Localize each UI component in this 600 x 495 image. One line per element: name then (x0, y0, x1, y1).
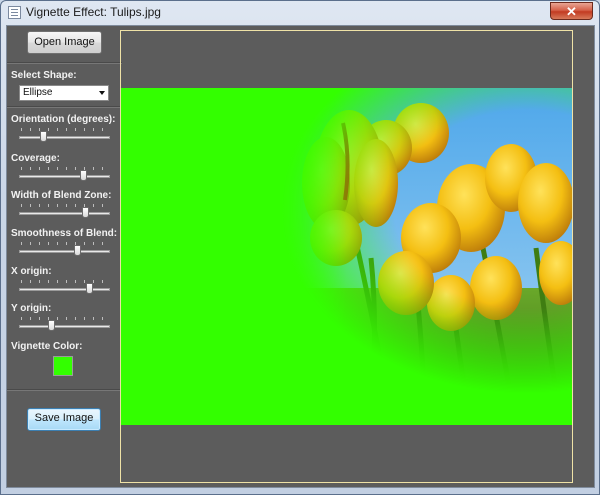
coverage-label: Coverage: (11, 153, 60, 164)
slider-track (19, 175, 110, 178)
control-panel: Open Image Select Shape: Ellipse Orienta… (7, 26, 122, 487)
x-origin-label: X origin: (11, 266, 52, 277)
slider-thumb[interactable] (82, 207, 90, 218)
x-origin-slider[interactable] (19, 280, 110, 298)
shape-select-value: Ellipse (23, 87, 53, 98)
close-button[interactable]: ✕ (550, 2, 593, 20)
save-image-button[interactable]: Save Image (27, 408, 101, 431)
open-image-button[interactable]: Open Image (27, 31, 102, 54)
y-origin-label: Y origin: (11, 303, 52, 314)
select-shape-label: Select Shape: (11, 70, 77, 81)
divider (7, 62, 122, 64)
slider-thumb[interactable] (79, 170, 87, 181)
slider-ticks (21, 280, 108, 283)
app-window-icon (8, 6, 21, 19)
divider (7, 106, 122, 108)
slider-ticks (21, 242, 108, 245)
blend-width-label: Width of Blend Zone: (11, 190, 112, 201)
slider-track (19, 212, 110, 215)
chevron-down-icon (99, 91, 105, 95)
slider-thumb[interactable] (39, 131, 47, 142)
window-title: Vignette Effect: Tulips.jpg (26, 5, 161, 19)
slider-ticks (21, 128, 108, 131)
app-window: Vignette Effect: Tulips.jpg ✕ Open Image… (0, 0, 600, 495)
y-origin-slider[interactable] (19, 317, 110, 335)
slider-track (19, 250, 110, 253)
slider-ticks (21, 167, 108, 170)
coverage-slider[interactable] (19, 167, 110, 185)
slider-track (19, 325, 110, 328)
divider (7, 389, 122, 391)
preview-image (121, 88, 572, 425)
title-bar[interactable]: Vignette Effect: Tulips.jpg ✕ (1, 1, 599, 25)
orientation-slider[interactable] (19, 128, 110, 146)
vignette-left-fill (121, 88, 572, 425)
blend-smoothness-slider[interactable] (19, 242, 110, 260)
tulips-image (121, 88, 572, 425)
client-area: Open Image Select Shape: Ellipse Orienta… (6, 25, 595, 488)
shape-select[interactable]: Ellipse (19, 85, 109, 101)
blend-width-slider[interactable] (19, 204, 110, 222)
slider-thumb[interactable] (86, 283, 94, 294)
slider-track (19, 136, 110, 139)
slider-thumb[interactable] (73, 245, 81, 256)
slider-track (19, 288, 110, 291)
slider-ticks (21, 317, 108, 320)
blend-smoothness-label: Smoothness of Blend: (11, 228, 118, 239)
orientation-label: Orientation (degrees): (11, 114, 116, 125)
vignette-color-label: Vignette Color: (11, 341, 83, 352)
slider-ticks (21, 204, 108, 207)
slider-thumb[interactable] (48, 320, 56, 331)
vignette-color-swatch[interactable] (53, 356, 73, 376)
